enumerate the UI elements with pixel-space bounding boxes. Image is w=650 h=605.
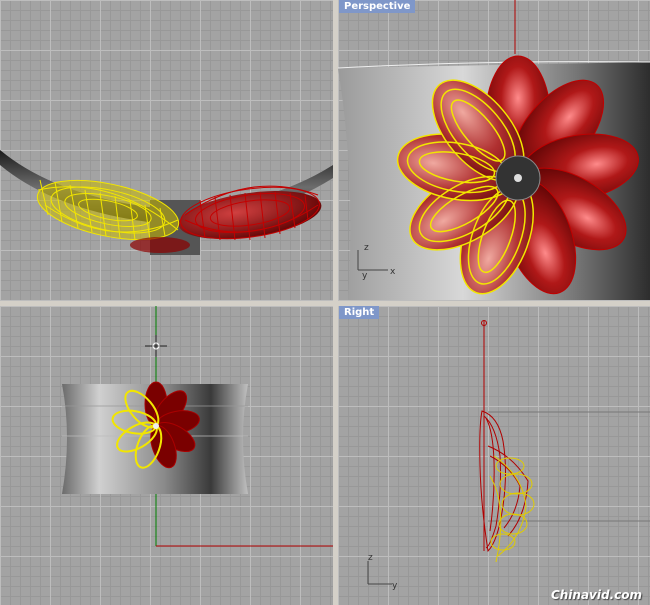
- axis-z-label: z: [364, 243, 369, 253]
- axis-y-label-right: y: [392, 581, 398, 591]
- axis-x-label: x: [390, 267, 396, 277]
- right-view-canvas: z y: [367, 320, 650, 591]
- viewport-label-right[interactable]: Right: [339, 306, 380, 319]
- axis-z-label-right: z: [368, 553, 373, 563]
- viewport-front[interactable]: [0, 306, 333, 605]
- front-view-canvas: [62, 306, 333, 547]
- flower-side-profile: [479, 410, 535, 563]
- axis-y-label: y: [362, 271, 368, 281]
- viewport-label-perspective[interactable]: Perspective: [339, 0, 416, 13]
- crosshair-cursor: [145, 335, 167, 357]
- watermark: Chinavid.com: [550, 588, 642, 602]
- viewport-perspective[interactable]: z y x Perspective: [338, 0, 650, 301]
- viewport-right[interactable]: z y Right Chinavid.com: [338, 306, 650, 605]
- viewport-top[interactable]: [0, 0, 333, 301]
- top-view-canvas: [0, 150, 333, 255]
- perspective-view-canvas: z y x: [338, 0, 650, 300]
